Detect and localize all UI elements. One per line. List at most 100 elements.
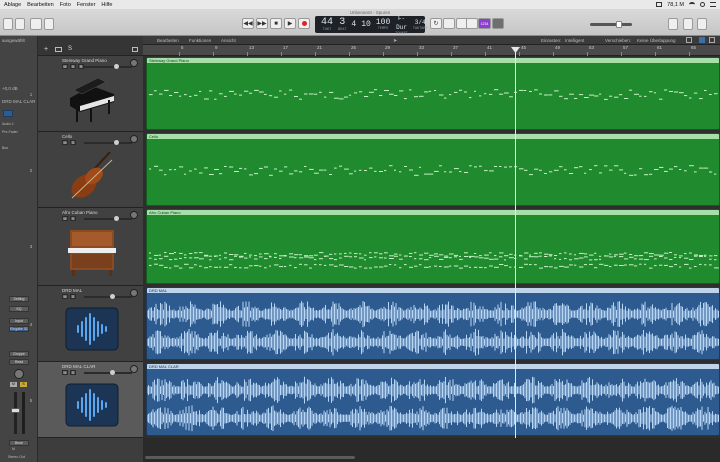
vertical-zoom-icon[interactable] bbox=[699, 37, 705, 43]
track-folder-icon[interactable] bbox=[55, 47, 62, 52]
menu-foto[interactable]: Foto bbox=[60, 2, 71, 8]
eq-button[interactable]: EQ bbox=[9, 306, 29, 312]
midi-region[interactable]: Steinway Grand Piano bbox=[146, 57, 720, 130]
loop-browser-button[interactable] bbox=[697, 18, 707, 30]
track-volume-slider[interactable] bbox=[84, 64, 132, 69]
setting-button[interactable]: Setting bbox=[9, 296, 29, 302]
menu-bearbeiten[interactable]: Bearbeiten bbox=[27, 2, 54, 8]
edit-menu[interactable]: Bearbeiten bbox=[157, 38, 179, 43]
track-name[interactable]: Afro Cuban Piano bbox=[62, 210, 98, 215]
solo-button[interactable]: S bbox=[70, 216, 76, 221]
track-name[interactable]: DRD MAL CLAR bbox=[62, 364, 95, 369]
master-volume-knob[interactable] bbox=[616, 21, 622, 28]
region-header[interactable] bbox=[147, 364, 719, 369]
dropbox-icon[interactable] bbox=[656, 2, 663, 7]
region-header[interactable] bbox=[147, 134, 719, 139]
add-track-button[interactable]: + bbox=[42, 46, 50, 53]
track-volume-slider[interactable] bbox=[84, 140, 132, 145]
play-button[interactable]: ▶ bbox=[284, 18, 296, 29]
mute-button[interactable]: M bbox=[62, 140, 68, 145]
cycle-button[interactable]: ↻ bbox=[430, 18, 442, 29]
input-select[interactable]: Eingabe 01 bbox=[9, 326, 29, 332]
master-volume-slider[interactable] bbox=[590, 21, 632, 28]
channel-fader[interactable] bbox=[11, 392, 20, 434]
volume-knob[interactable] bbox=[114, 64, 119, 69]
track-name[interactable]: Cello bbox=[62, 134, 72, 139]
pan-knob[interactable] bbox=[130, 59, 138, 67]
track-volume-slider[interactable] bbox=[84, 216, 132, 221]
prefader-label[interactable]: Pre-Fader bbox=[2, 130, 18, 134]
track-name[interactable]: Steinway Grand Piano bbox=[62, 58, 107, 63]
pan-knob[interactable] bbox=[130, 135, 138, 143]
notepad-button[interactable] bbox=[683, 18, 693, 30]
pan-knob[interactable] bbox=[130, 211, 138, 219]
pan-knob[interactable] bbox=[130, 365, 138, 373]
track-header[interactable]: 4 DRD MAL MS bbox=[30, 286, 143, 362]
audio-region[interactable]: DRD MAL bbox=[146, 287, 720, 360]
scroll-thumb[interactable] bbox=[145, 456, 355, 459]
channel-fader-cap[interactable] bbox=[11, 408, 20, 413]
volume-knob[interactable] bbox=[110, 294, 115, 299]
mute-button[interactable]: M bbox=[62, 370, 68, 375]
track-volume-slider[interactable] bbox=[84, 370, 132, 375]
track-header-selected[interactable]: 5 DRD MAL CLAR MS bbox=[30, 362, 143, 438]
horizontal-zoom-icon[interactable] bbox=[709, 37, 715, 43]
solo-channel-button[interactable]: S bbox=[20, 382, 27, 387]
snap-select[interactable]: Intelligent bbox=[565, 38, 584, 43]
record-button[interactable] bbox=[298, 18, 310, 29]
solo-button[interactable]: S bbox=[70, 294, 76, 299]
track-header[interactable]: 3 Afro Cuban Piano MS bbox=[30, 208, 143, 286]
menu-icon[interactable] bbox=[710, 2, 716, 7]
drag-select[interactable]: Keine Überlappung bbox=[637, 38, 676, 43]
solo-button[interactable] bbox=[466, 18, 478, 29]
pan-knob[interactable] bbox=[130, 289, 138, 297]
mixer-settings-button[interactable] bbox=[30, 18, 42, 30]
region-header[interactable] bbox=[147, 210, 719, 215]
midi-region[interactable]: Afro Cuban Piano bbox=[146, 209, 720, 284]
bus-label[interactable]: Bus bbox=[2, 146, 8, 150]
metronome-button[interactable] bbox=[492, 18, 504, 29]
track-name[interactable]: DRD MAL bbox=[62, 288, 82, 293]
wifi-icon[interactable] bbox=[689, 2, 695, 7]
solo-button[interactable]: S bbox=[70, 140, 76, 145]
solo-button[interactable]: S bbox=[70, 64, 76, 69]
count-in-button[interactable]: 1234 bbox=[478, 18, 491, 29]
track-header[interactable]: 2 Cello MS bbox=[30, 132, 143, 208]
tracks-area[interactable]: Steinway Grand Piano Cello Afro Cuban Pian… bbox=[143, 56, 720, 438]
volume-knob[interactable] bbox=[114, 216, 119, 221]
channel-footer-mute[interactable]: M bbox=[12, 447, 15, 451]
menu-ablage[interactable]: Ablage bbox=[4, 2, 21, 8]
track-header[interactable]: 1 Steinway Grand Piano MSR bbox=[30, 56, 143, 132]
mute-button[interactable]: M bbox=[10, 382, 17, 387]
view-menu[interactable]: Ansicht bbox=[221, 38, 236, 43]
track-volume-slider[interactable] bbox=[84, 294, 132, 299]
list-editors-button[interactable] bbox=[668, 18, 678, 30]
forward-button[interactable]: ▶▶ bbox=[256, 18, 268, 29]
pan-knob[interactable] bbox=[14, 369, 24, 379]
input-button[interactable]: Input bbox=[9, 318, 29, 324]
mute-button[interactable]: M bbox=[62, 216, 68, 221]
region-header[interactable] bbox=[147, 58, 719, 63]
region-header[interactable] bbox=[147, 288, 719, 293]
automation-read-button[interactable]: Read bbox=[9, 359, 29, 365]
solo-button[interactable]: S bbox=[70, 370, 76, 375]
inspector-button[interactable] bbox=[15, 18, 25, 30]
global-tracks-button[interactable]: S bbox=[68, 46, 72, 52]
playhead[interactable] bbox=[515, 50, 516, 440]
lcd-display[interactable]: 44 TAKT 3 BEAT 4 10 100 TEMPO F-Dur TONART 3… bbox=[315, 15, 428, 36]
mute-button[interactable]: M bbox=[62, 294, 68, 299]
rewind-button[interactable]: ◀◀ bbox=[242, 18, 254, 29]
search-icon[interactable] bbox=[700, 2, 705, 7]
volume-knob[interactable] bbox=[114, 140, 119, 145]
stop-button[interactable]: ■ bbox=[270, 18, 282, 29]
functions-menu[interactable]: Funktionen bbox=[189, 38, 211, 43]
bar-ruler[interactable]: 5 9 13 17 21 25 29 33 37 41 45 49 53 57 61 65 bbox=[143, 45, 720, 56]
volume-knob[interactable] bbox=[110, 370, 115, 375]
catch-playhead-icon[interactable] bbox=[132, 47, 138, 52]
bounce-button[interactable]: Bnce bbox=[9, 440, 29, 446]
replace-button[interactable] bbox=[443, 18, 455, 29]
tuner-button[interactable] bbox=[44, 18, 54, 30]
library-button[interactable] bbox=[3, 18, 13, 30]
midi-region[interactable]: Cello bbox=[146, 133, 720, 206]
pointer-tool-icon[interactable]: ➤ bbox=[393, 38, 397, 44]
